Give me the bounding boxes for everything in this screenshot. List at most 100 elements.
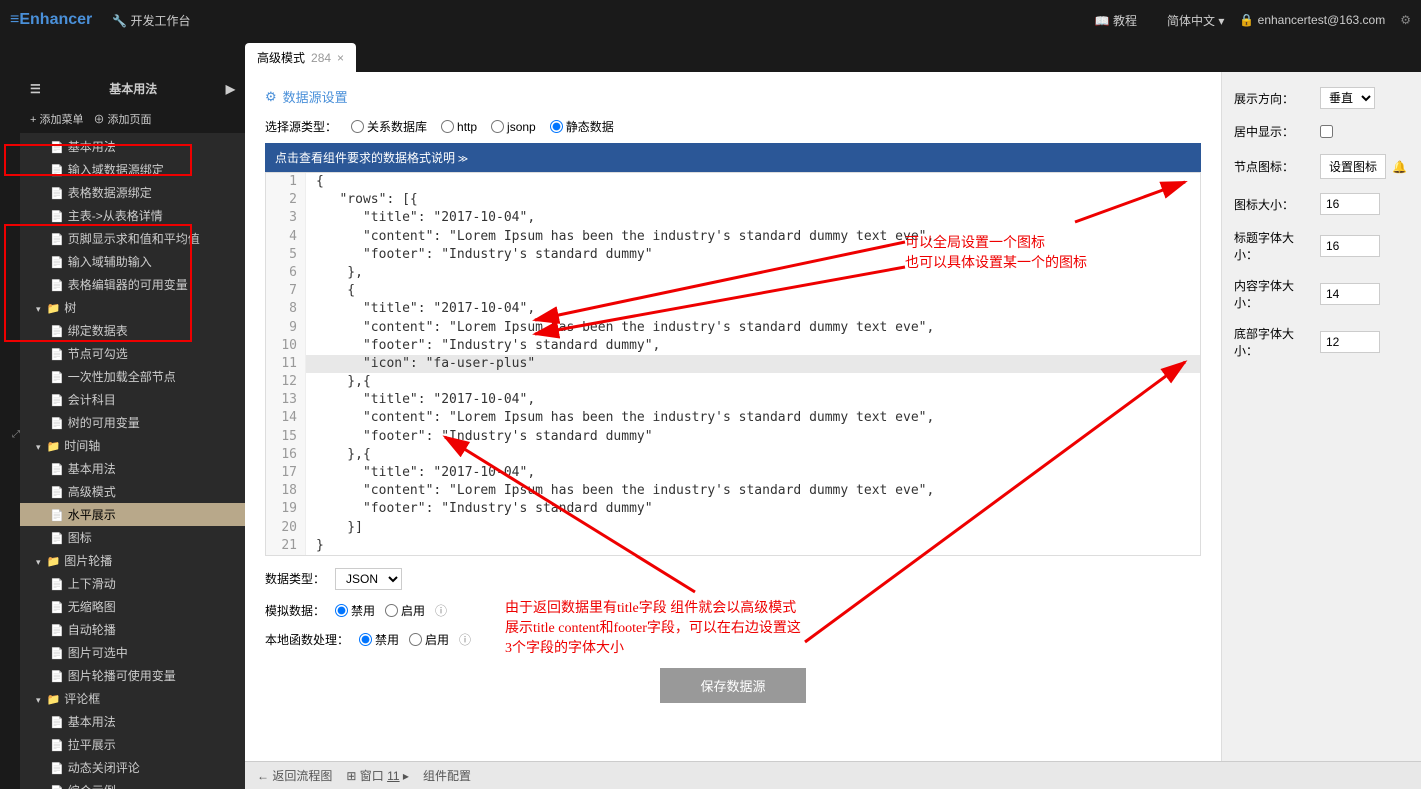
title-size-input[interactable]: [1320, 235, 1380, 257]
sidebar-item[interactable]: 输入域辅助输入: [20, 250, 245, 273]
language-select[interactable]: 简体中文 ▾: [1167, 12, 1224, 29]
code-line[interactable]: 11 "icon": "fa-user-plus": [266, 355, 1200, 373]
code-line[interactable]: 3 "title": "2017-10-04",: [266, 209, 1200, 227]
source-type-row: 选择源类型： 关系数据库 http jsonp 静态数据: [265, 118, 1201, 135]
code-line[interactable]: 20 }]: [266, 519, 1200, 537]
save-datasource-button[interactable]: 保存数据源: [660, 668, 805, 703]
bell-icon[interactable]: 🔔: [1392, 160, 1407, 174]
sidebar-item[interactable]: 高级模式: [20, 480, 245, 503]
code-line[interactable]: 2 "rows": [{: [266, 191, 1200, 209]
radio-mock-enable[interactable]: 启用: [385, 602, 425, 619]
sidebar-item[interactable]: 主表->从表格详情: [20, 204, 245, 227]
play-icon[interactable]: ▶: [226, 82, 235, 96]
sidebar-title: 基本用法: [109, 80, 157, 97]
sidebar-item[interactable]: 会计科目: [20, 388, 245, 411]
code-line[interactable]: 12 },{: [266, 373, 1200, 391]
sidebar-item[interactable]: 拉平展示: [20, 733, 245, 756]
tutorial-link[interactable]: 📖 教程: [1095, 12, 1137, 29]
icon-size-label: 图标大小：: [1234, 196, 1314, 213]
code-line[interactable]: 7 {: [266, 282, 1200, 300]
code-line[interactable]: 10 "footer": "Industry's standard dummy"…: [266, 337, 1200, 355]
sidebar-item[interactable]: 自动轮播: [20, 618, 245, 641]
sidebar-header: ☰ 基本用法 ▶: [20, 72, 245, 105]
sidebar-folder-carousel[interactable]: 图片轮播: [20, 549, 245, 572]
sidebar-item[interactable]: 绑定数据表: [20, 319, 245, 342]
data-type-row: 数据类型： JSON: [265, 568, 1201, 590]
component-config-button[interactable]: 组件配置: [423, 767, 471, 784]
sidebar-item[interactable]: 图片轮播可使用变量: [20, 664, 245, 687]
radio-localfn-enable[interactable]: 启用: [409, 631, 449, 648]
sidebar-item[interactable]: 无缩略图: [20, 595, 245, 618]
sidebar-item[interactable]: 基本用法: [20, 457, 245, 480]
radio-static-data[interactable]: 静态数据: [550, 118, 614, 135]
sidebar-item[interactable]: 表格编辑器的可用变量: [20, 273, 245, 296]
top-bar: ≡Enhancer 🔧 开发工作台 📖 教程 简体中文 ▾ 🔒 enhancer…: [0, 0, 1421, 40]
code-editor[interactable]: 1{2 "rows": [{3 "title": "2017-10-04",4 …: [265, 172, 1201, 556]
sidebar-item[interactable]: 图片可选中: [20, 641, 245, 664]
info-icon[interactable]: ⓘ: [459, 631, 471, 648]
sidebar-item[interactable]: 上下滑动: [20, 572, 245, 595]
tab-advanced-mode[interactable]: 高级模式 284 ×: [245, 43, 356, 72]
sidebar-item[interactable]: 基本用法: [20, 710, 245, 733]
content-size-input[interactable]: [1320, 283, 1380, 305]
center-label: 居中显示：: [1234, 123, 1314, 140]
back-flow-button[interactable]: ← 返回流程图: [257, 767, 332, 784]
sidebar-item[interactable]: 基本用法: [20, 135, 245, 158]
center-row: 居中显示：: [1234, 123, 1409, 140]
code-line[interactable]: 18 "content": "Lorem Ipsum has been the …: [266, 482, 1200, 500]
sidebar-item[interactable]: 输入域数据源绑定: [20, 158, 245, 181]
code-line[interactable]: 4 "content": "Lorem Ipsum has been the i…: [266, 228, 1200, 246]
icon-size-row: 图标大小：: [1234, 193, 1409, 215]
footer-size-input[interactable]: [1320, 331, 1380, 353]
radio-localfn-disable[interactable]: 禁用: [359, 631, 399, 648]
icon-size-input[interactable]: [1320, 193, 1380, 215]
radio-relational-db[interactable]: 关系数据库: [351, 118, 427, 135]
sidebar-folder-tree[interactable]: 树: [20, 296, 245, 319]
close-icon[interactable]: ×: [337, 51, 344, 65]
add-menu-button[interactable]: + 添加菜单: [30, 111, 83, 127]
radio-jsonp[interactable]: jsonp: [491, 120, 536, 134]
settings-icon[interactable]: ⚙: [1400, 13, 1411, 27]
sidebar-item[interactable]: 综合示例: [20, 779, 245, 789]
sidebar-item[interactable]: 图标: [20, 526, 245, 549]
sidebar-item[interactable]: 树的可用变量: [20, 411, 245, 434]
sidebar-item[interactable]: 页脚显示求和值和平均值: [20, 227, 245, 250]
window-button[interactable]: ⊞ 窗口 11 ▸: [346, 767, 409, 784]
sidebar-folder-comment[interactable]: 评论框: [20, 687, 245, 710]
radio-http[interactable]: http: [441, 120, 477, 134]
user-info[interactable]: 🔒 enhancertest@163.com: [1239, 13, 1385, 27]
data-type-select[interactable]: JSON: [335, 568, 402, 590]
code-line[interactable]: 14 "content": "Lorem Ipsum has been the …: [266, 409, 1200, 427]
add-page-button[interactable]: ⊕ 添加页面: [93, 111, 151, 127]
code-line[interactable]: 1{: [266, 173, 1200, 191]
code-line[interactable]: 19 "footer": "Industry's standard dummy": [266, 500, 1200, 518]
workbench-link[interactable]: 🔧 开发工作台: [112, 12, 190, 29]
code-line[interactable]: 13 "title": "2017-10-04",: [266, 391, 1200, 409]
mock-data-row: 模拟数据： 禁用 启用 ⓘ: [265, 602, 1201, 619]
code-line[interactable]: 5 "footer": "Industry's standard dummy": [266, 246, 1200, 264]
code-line[interactable]: 21}: [266, 537, 1200, 555]
radio-mock-disable[interactable]: 禁用: [335, 602, 375, 619]
sidebar-item[interactable]: 一次性加载全部节点: [20, 365, 245, 388]
format-info-bar[interactable]: 点击查看组件要求的数据格式说明: [265, 143, 1201, 172]
direction-row: 展示方向： 垂直: [1234, 87, 1409, 109]
code-line[interactable]: 17 "title": "2017-10-04",: [266, 464, 1200, 482]
info-icon[interactable]: ⓘ: [435, 602, 447, 619]
code-line[interactable]: 9 "content": "Lorem Ipsum has been the i…: [266, 319, 1200, 337]
menu-icon[interactable]: ☰: [30, 82, 41, 96]
code-line[interactable]: 8 "title": "2017-10-04",: [266, 300, 1200, 318]
sidebar-item-active[interactable]: 水平展示: [20, 503, 245, 526]
expand-icon[interactable]: ⤢: [12, 429, 20, 440]
code-line[interactable]: 16 },{: [266, 446, 1200, 464]
direction-select[interactable]: 垂直: [1320, 87, 1375, 109]
set-icon-button[interactable]: 设置图标: [1320, 154, 1386, 179]
sidebar-item[interactable]: 表格数据源绑定: [20, 181, 245, 204]
center-checkbox[interactable]: [1320, 125, 1333, 138]
title-size-row: 标题字体大小：: [1234, 229, 1409, 263]
sidebar-item[interactable]: 节点可勾选: [20, 342, 245, 365]
code-line[interactable]: 15 "footer": "Industry's standard dummy": [266, 428, 1200, 446]
select-type-label: 选择源类型：: [265, 118, 337, 135]
sidebar-item[interactable]: 动态关闭评论: [20, 756, 245, 779]
sidebar-folder-timeline[interactable]: 时间轴: [20, 434, 245, 457]
code-line[interactable]: 6 },: [266, 264, 1200, 282]
